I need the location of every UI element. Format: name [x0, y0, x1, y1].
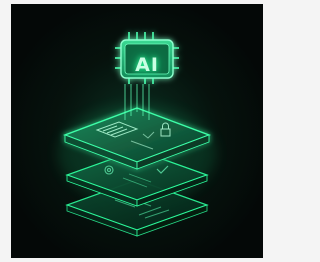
chip-icon [115, 32, 179, 84]
illustration-canvas: AI [11, 4, 263, 258]
ai-stack-illustration [11, 4, 263, 258]
